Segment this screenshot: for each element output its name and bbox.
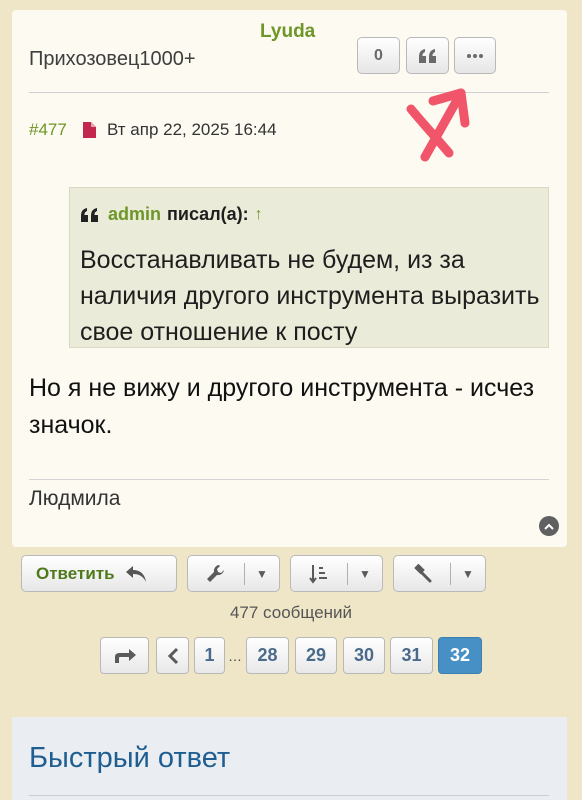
- post-tools-dropdown[interactable]: ▼: [187, 555, 280, 592]
- author-rank: Прихозовец1000+: [29, 48, 196, 70]
- pagination-ellipsis: …: [228, 648, 242, 664]
- chevron-up-icon[interactable]: [539, 516, 559, 536]
- jump-to-page-button[interactable]: [100, 637, 149, 674]
- annotation-arrow-icon: [406, 88, 470, 162]
- more-options-button[interactable]: [454, 37, 496, 74]
- quote-jump-link[interactable]: ↑: [255, 206, 263, 224]
- reaction-count-button[interactable]: 0: [357, 37, 400, 74]
- ellipsis-icon: [467, 53, 483, 58]
- wrench-icon: [188, 564, 244, 584]
- quote-block: admin писал(а): ↑ Восстанавливать не буд…: [69, 187, 549, 348]
- quick-reply-panel: Быстрый ответ: [12, 717, 567, 800]
- quick-reply-title[interactable]: Быстрый ответ: [29, 742, 230, 775]
- page-1[interactable]: 1: [194, 637, 225, 674]
- quick-reply-divider: [29, 795, 549, 796]
- quote-mark-icon: [81, 207, 98, 222]
- page-32-current[interactable]: 32: [438, 637, 482, 674]
- sort-dropdown[interactable]: ▼: [290, 555, 383, 592]
- jump-arrow-icon: [114, 648, 136, 663]
- page-30[interactable]: 30: [343, 637, 385, 674]
- moderator-tools-dropdown[interactable]: ▼: [393, 555, 486, 592]
- previous-page-button[interactable]: [156, 637, 189, 674]
- quote-author-link[interactable]: admin: [108, 204, 161, 225]
- reaction-count: 0: [374, 46, 383, 64]
- page-29[interactable]: 29: [295, 637, 337, 674]
- post-author[interactable]: Lyuda: [260, 21, 315, 43]
- file-icon[interactable]: [83, 122, 96, 138]
- page-31[interactable]: 31: [390, 637, 433, 674]
- page-28[interactable]: 28: [246, 637, 289, 674]
- signature: Людмила: [29, 487, 121, 510]
- signature-divider: [29, 479, 549, 480]
- quote-wrote-label: писал(а):: [167, 204, 249, 224]
- quote-header: admin писал(а): ↑: [80, 204, 263, 225]
- reply-button[interactable]: Ответить: [21, 555, 177, 592]
- chevron-left-icon: [167, 647, 178, 664]
- caret-down-icon: ▼: [256, 566, 268, 581]
- post-date: Вт апр 22, 2025 16:44: [107, 120, 277, 139]
- gavel-icon: [394, 563, 450, 584]
- quote-button[interactable]: [406, 37, 449, 74]
- reply-label: Ответить: [36, 563, 115, 583]
- post-body: Но я не вижу и другого инструмента - исч…: [29, 374, 535, 439]
- caret-down-icon: ▼: [462, 566, 474, 581]
- post-count: 477 сообщений: [229, 603, 353, 622]
- quote-icon: [418, 48, 436, 63]
- quote-text: Восстанавливать не будем, из за наличия …: [80, 246, 540, 346]
- reply-arrow-icon: [125, 565, 146, 582]
- sort-icon: [291, 564, 347, 584]
- caret-down-icon: ▼: [359, 566, 371, 581]
- post-number-link[interactable]: #477: [29, 120, 67, 140]
